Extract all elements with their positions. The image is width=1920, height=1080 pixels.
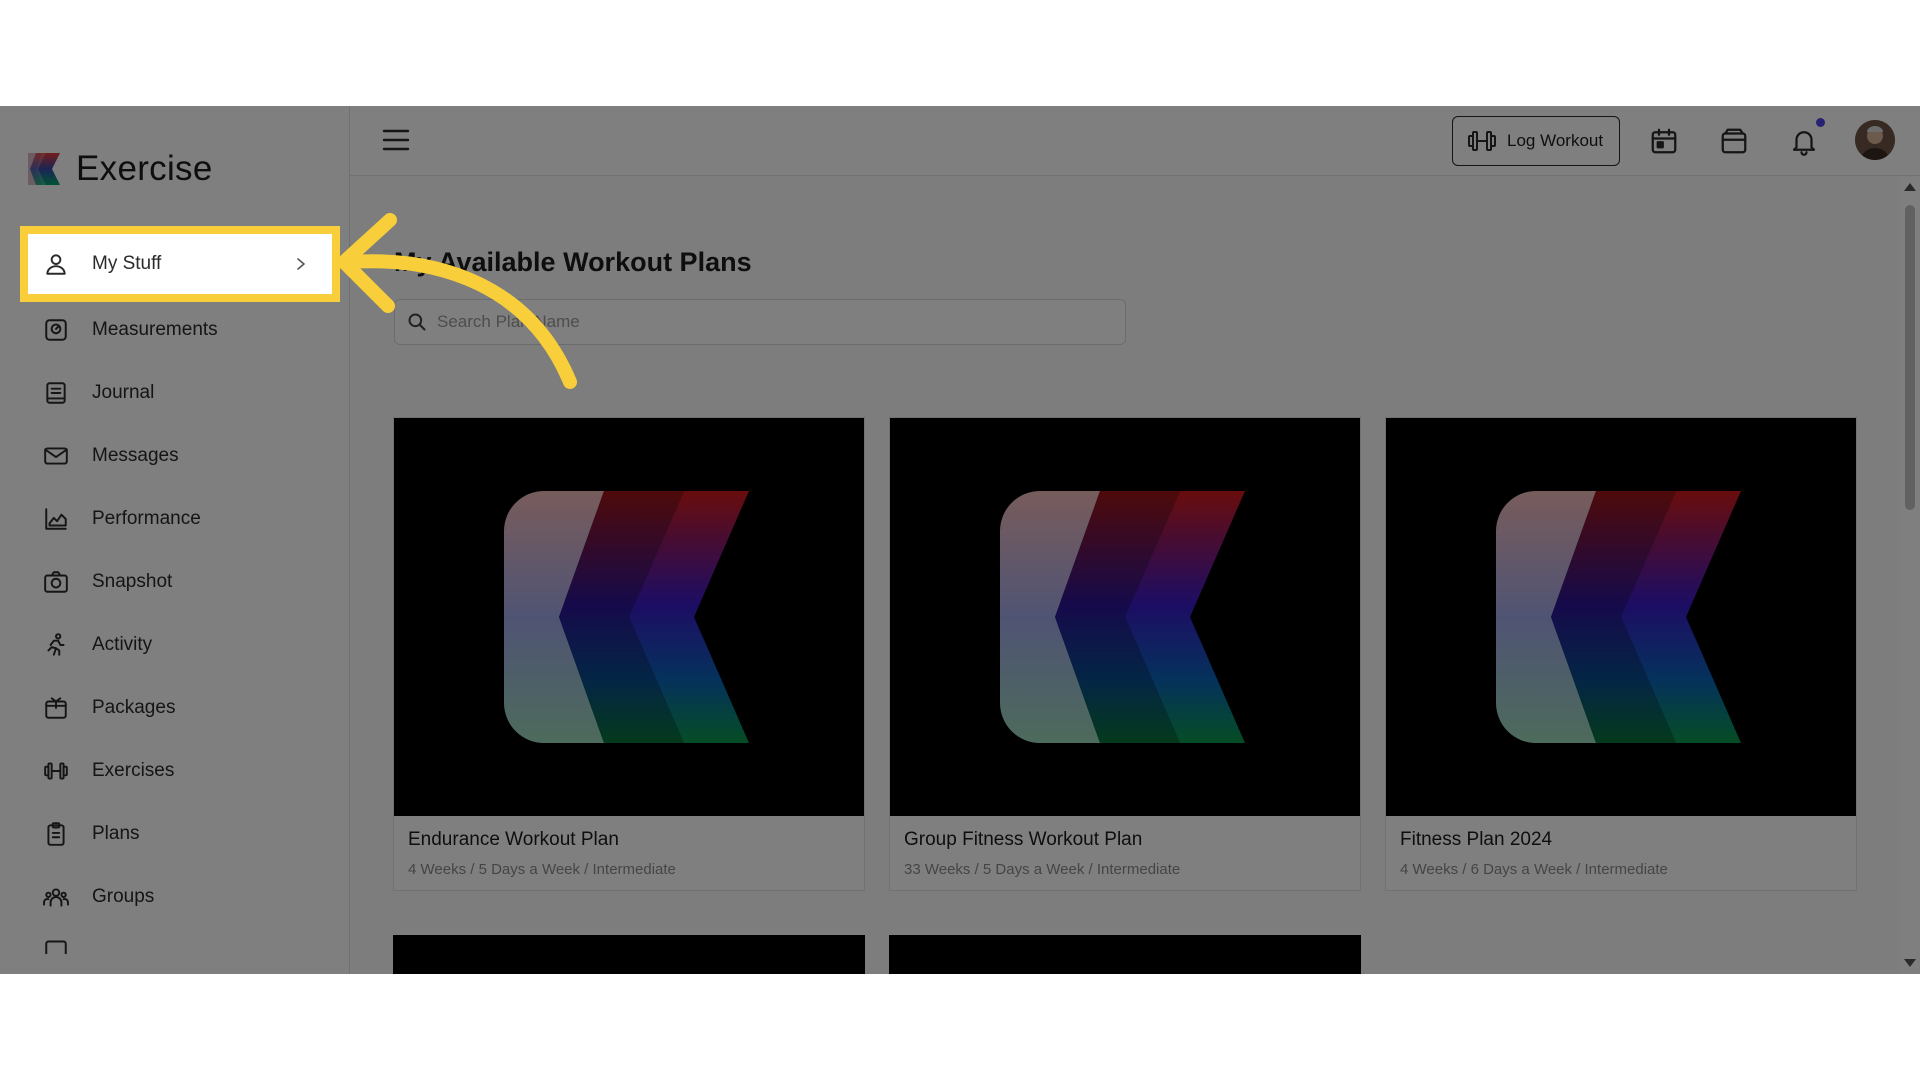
running-icon bbox=[42, 631, 70, 659]
plan-image bbox=[1386, 418, 1856, 816]
sidebar-item-measurements[interactable]: Measurements bbox=[20, 298, 336, 361]
sidebar-item-snapshot[interactable]: Snapshot bbox=[20, 550, 336, 613]
sidebar-item-label: Groups bbox=[92, 885, 155, 907]
log-workout-label: Log Workout bbox=[1507, 131, 1604, 150]
sidebar-item-messages[interactable]: Messages bbox=[20, 424, 336, 487]
plan-image bbox=[394, 418, 864, 816]
menu-icon[interactable] bbox=[382, 128, 410, 152]
chart-icon bbox=[42, 505, 70, 533]
user-photo-icon bbox=[1855, 120, 1895, 160]
clipboard-icon bbox=[42, 820, 70, 848]
sidebar-item-label: Packages bbox=[92, 696, 176, 718]
bell-icon[interactable] bbox=[1789, 126, 1819, 156]
sidebar-item-performance[interactable]: Performance bbox=[20, 487, 336, 550]
search-icon bbox=[408, 313, 426, 331]
avatar[interactable] bbox=[1855, 120, 1895, 160]
log-workout-button[interactable]: Log Workout bbox=[1452, 116, 1620, 166]
exercise-logo-icon bbox=[28, 153, 60, 185]
camera-icon bbox=[42, 568, 70, 596]
sidebar-item-label: Messages bbox=[92, 444, 179, 466]
user-icon bbox=[42, 250, 70, 278]
sidebar-item-label: Performance bbox=[92, 507, 201, 529]
plan-card[interactable]: Fitness Plan 2024 4 Weeks / 6 Days a Wee… bbox=[1385, 417, 1857, 891]
main-content: My Available Workout Plans Search Plan N… bbox=[350, 177, 1900, 974]
sidebar-item-groups[interactable]: Groups bbox=[20, 865, 336, 928]
sidebar-item-label: My Stuff bbox=[92, 253, 162, 274]
plan-title: Fitness Plan 2024 bbox=[1400, 829, 1553, 850]
mail-icon bbox=[42, 442, 70, 470]
scroll-up-arrow-icon[interactable] bbox=[1904, 183, 1916, 191]
plan-card[interactable]: Endurance Workout Plan 4 Weeks / 5 Days … bbox=[393, 417, 865, 891]
plan-subtitle: 4 Weeks / 5 Days a Week / Intermediate bbox=[408, 861, 676, 878]
dumbbell-icon bbox=[42, 757, 70, 785]
sidebar-item-label: Exercises bbox=[92, 759, 175, 781]
package-icon bbox=[42, 694, 70, 722]
sidebar-item-my-stuff[interactable]: My Stuff bbox=[20, 226, 340, 302]
calendar-icon[interactable] bbox=[1649, 126, 1679, 156]
notification-dot bbox=[1816, 118, 1825, 127]
plan-subtitle: 4 Weeks / 6 Days a Week / Intermediate bbox=[1400, 861, 1668, 878]
sidebar-item-exercises[interactable]: Exercises bbox=[20, 739, 336, 802]
sidebar-item-packages[interactable]: Packages bbox=[20, 676, 336, 739]
plan-title: Endurance Workout Plan bbox=[408, 829, 619, 850]
exercise-logo-icon bbox=[504, 491, 749, 743]
plan-card-partial[interactable] bbox=[889, 935, 1361, 974]
brand[interactable]: Exercise bbox=[24, 146, 213, 192]
journal-icon bbox=[42, 379, 70, 407]
sidebar-item-label: Journal bbox=[92, 381, 155, 403]
sidebar-item-label: Measurements bbox=[92, 318, 218, 340]
chevron-right-icon bbox=[297, 258, 305, 270]
sidebar-item-label: Plans bbox=[92, 822, 140, 844]
search-input[interactable] bbox=[437, 312, 1097, 332]
search-box[interactable] bbox=[394, 299, 1126, 345]
sidebar-item-partial[interactable] bbox=[20, 928, 336, 954]
sidebar-item-journal[interactable]: Journal bbox=[20, 361, 336, 424]
sidebar-item-label: Snapshot bbox=[92, 570, 173, 592]
package-icon bbox=[42, 934, 70, 954]
dumbbell-icon bbox=[1468, 131, 1496, 151]
plan-title: Group Fitness Workout Plan bbox=[904, 829, 1143, 850]
top-bar: Log Workout bbox=[350, 106, 1920, 176]
scale-icon bbox=[42, 316, 70, 344]
sidebar-nav: Measurements Journal Messages Performanc… bbox=[20, 226, 336, 954]
plan-image bbox=[890, 418, 1360, 816]
sidebar-item-activity[interactable]: Activity bbox=[20, 613, 336, 676]
group-icon bbox=[42, 883, 70, 911]
scroll-thumb[interactable] bbox=[1905, 205, 1915, 510]
plan-card[interactable]: Group Fitness Workout Plan 33 Weeks / 5 … bbox=[889, 417, 1361, 891]
exercise-logo-icon bbox=[1000, 491, 1245, 743]
page-title: My Available Workout Plans bbox=[394, 247, 752, 277]
scroll-down-arrow-icon[interactable] bbox=[1904, 959, 1916, 967]
plan-subtitle: 33 Weeks / 5 Days a Week / Intermediate bbox=[904, 861, 1181, 878]
plan-card-partial[interactable] bbox=[393, 935, 865, 974]
sidebar-item-plans[interactable]: Plans bbox=[20, 802, 336, 865]
brand-name: Exercise bbox=[76, 149, 213, 188]
scrollbar[interactable] bbox=[1900, 177, 1920, 974]
sidebar-item-label: Activity bbox=[92, 633, 153, 655]
package-icon[interactable] bbox=[1719, 126, 1749, 156]
exercise-logo-icon bbox=[1496, 491, 1741, 743]
